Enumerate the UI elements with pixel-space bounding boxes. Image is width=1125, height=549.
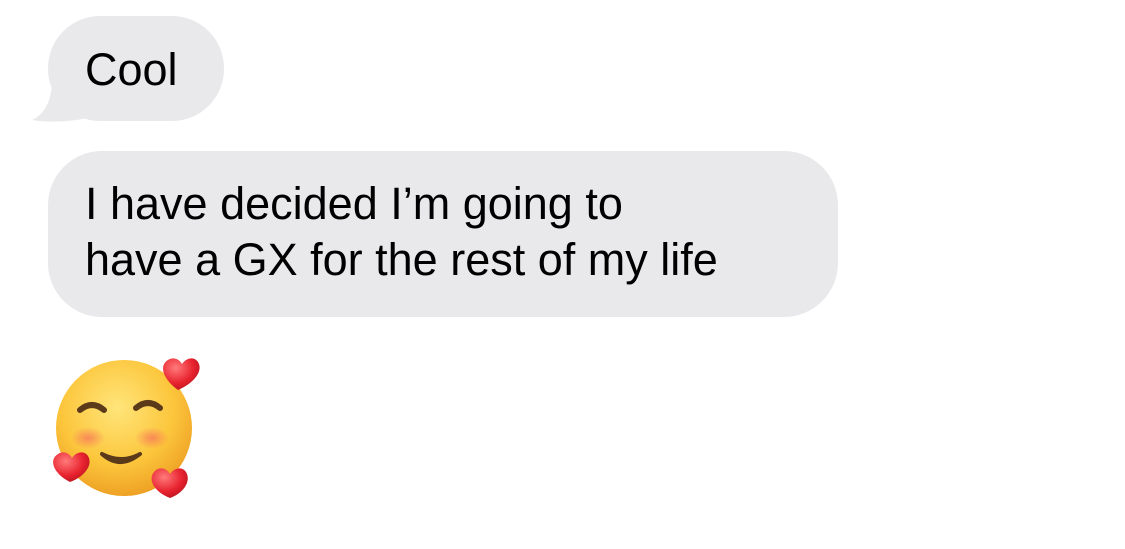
message-bubble-gx[interactable]: I have decided I’m going to have a GX fo…	[48, 151, 838, 317]
message-bubble-cool[interactable]: Cool	[48, 16, 224, 121]
smiling-face-with-hearts-icon[interactable]	[40, 350, 210, 510]
message-text-line-1: I have decided I’m going to	[85, 178, 623, 229]
message-text-line-2: have a GX for the rest of my life	[85, 234, 718, 285]
message-text: Cool	[85, 44, 178, 95]
